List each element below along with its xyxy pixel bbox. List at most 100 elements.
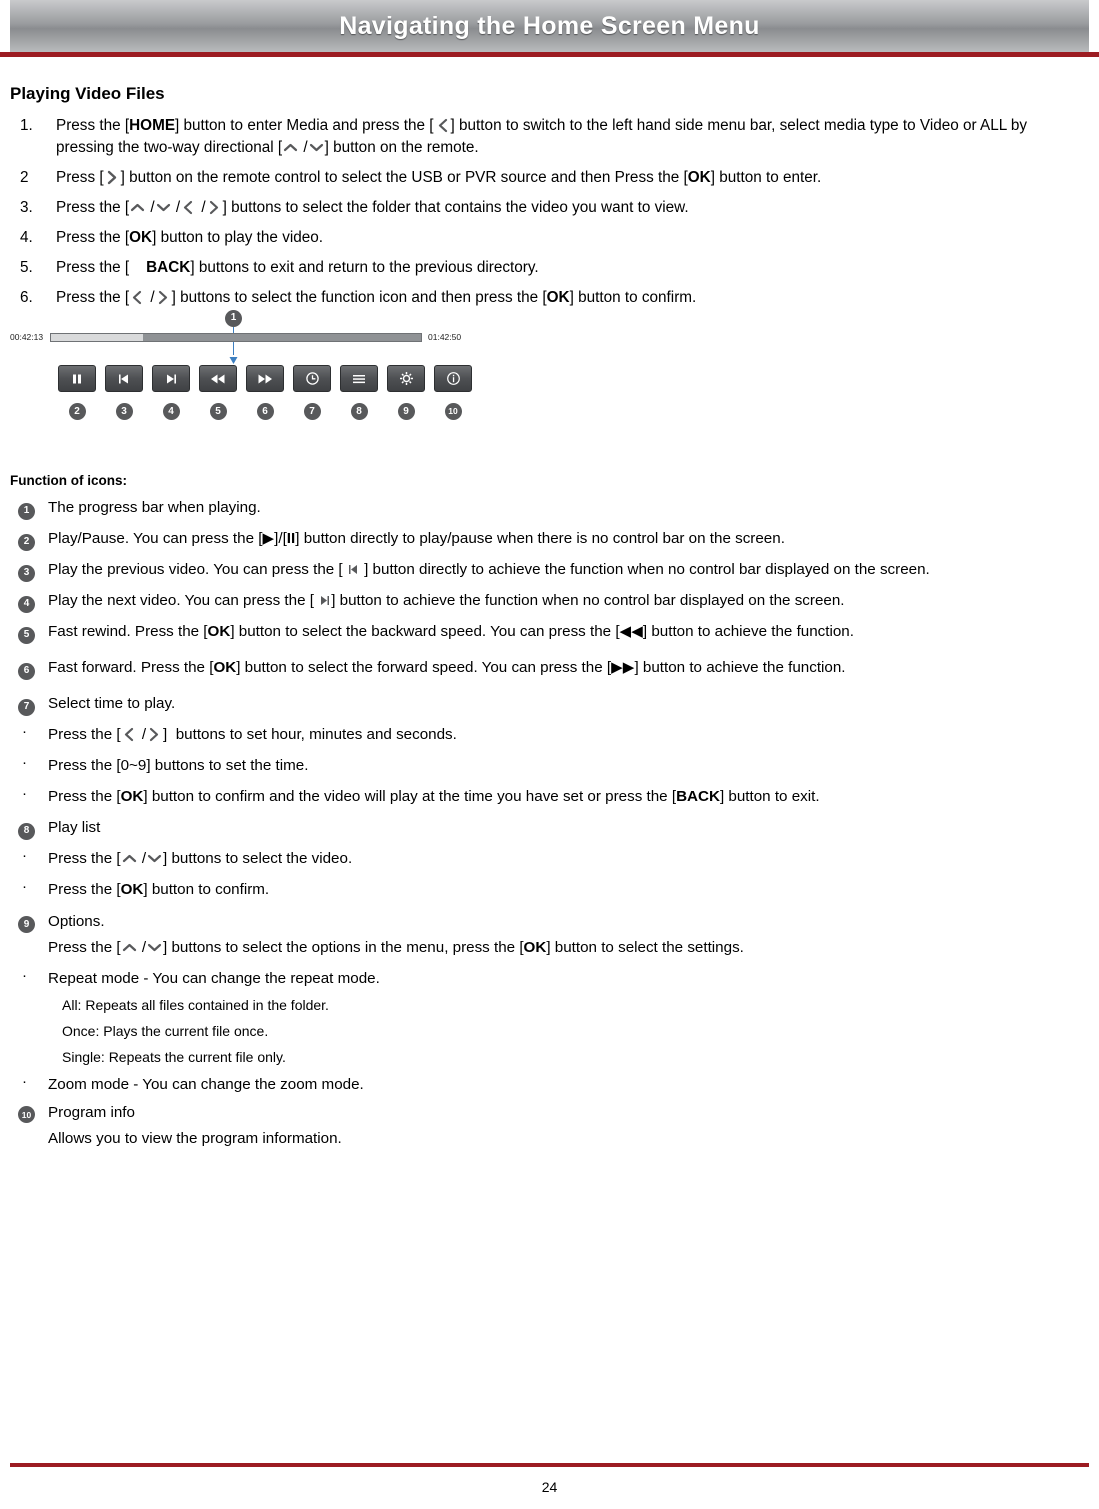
rewind-button[interactable] xyxy=(199,365,237,393)
step-6: 6. Press the [ /] buttons to select the … xyxy=(10,287,1089,309)
item-2-badge: 2 xyxy=(18,529,35,551)
progress-bar-fill xyxy=(51,334,143,342)
item-9: 9 Options. xyxy=(10,911,1089,934)
callout-5-badge: 5 xyxy=(209,403,227,421)
step-4-number: 4. xyxy=(20,229,33,247)
item-8: 8 Play list xyxy=(10,817,1089,840)
item-6-text: Fast forward. Press the [OK] button to s… xyxy=(48,659,846,677)
key-ok-i6: OK xyxy=(213,659,237,677)
forward-button[interactable] xyxy=(246,365,284,393)
item-2-text: Play/Pause. You can press the [▶]/[II] b… xyxy=(48,530,785,548)
callout-10-badge: 10 xyxy=(444,403,462,421)
left-arrow-icon xyxy=(180,200,197,215)
callout-cell: 2 xyxy=(58,403,96,421)
item-4: 4 Play the next video. You can press the… xyxy=(10,590,1089,613)
next-button[interactable] xyxy=(152,365,190,393)
header-right-cap xyxy=(1089,0,1099,52)
down-arrow-icon xyxy=(146,940,163,955)
bullet-dot: · xyxy=(22,723,27,741)
item-3: 3 Play the previous video. You can press… xyxy=(10,559,1089,582)
callout-cell: 8 xyxy=(340,403,378,421)
step-6-number: 6. xyxy=(20,289,33,307)
step-5-text: Press the [ BACK] buttons to exit and re… xyxy=(56,259,539,277)
bullet-9-repeat: · Repeat mode - You can change the repea… xyxy=(10,967,1089,990)
item-6: 6 Fast forward. Press the [OK] button to… xyxy=(10,657,1089,680)
bullet-7-3: · Press the [OK] button to confirm and t… xyxy=(10,785,1089,808)
player-callouts: 2 3 4 5 6 7 8 9 10 xyxy=(58,403,472,421)
bullet-9-all: All: Repeats all files contained in the … xyxy=(62,996,329,1013)
playlist-button[interactable] xyxy=(340,365,378,393)
callout-cell: 5 xyxy=(199,403,237,421)
item-7: 7 Select time to play. xyxy=(10,693,1089,716)
left-arrow-icon xyxy=(129,290,146,305)
bullet-9-line: Press the [ /] buttons to select the opt… xyxy=(48,938,744,956)
item-10: 10 Program info xyxy=(10,1102,1089,1124)
bullet-7-2: · Press the [0~9] buttons to set the tim… xyxy=(10,754,1089,777)
item-5: 5 Fast rewind. Press the [OK] button to … xyxy=(10,621,1089,644)
step-1-text: Press the [HOME] button to enter Media a… xyxy=(56,117,1028,157)
callout-cell: 9 xyxy=(387,403,425,421)
item-1: 1 The progress bar when playing. xyxy=(10,497,1089,520)
item-7-text: Select time to play. xyxy=(48,695,176,713)
previous-button[interactable] xyxy=(105,365,143,393)
item-9-text: Options. xyxy=(48,912,105,930)
item-9-badge: 9 xyxy=(18,912,35,934)
bullet-dot: · xyxy=(22,878,27,896)
callout-4-badge: 4 xyxy=(162,403,180,421)
functions-title: Function of icons: xyxy=(10,473,127,489)
item-4-badge: 4 xyxy=(18,591,35,613)
program-info-button[interactable] xyxy=(434,365,472,393)
item-6-badge: 6 xyxy=(18,658,35,680)
progress-bar[interactable] xyxy=(50,333,422,343)
bullet-dot: · xyxy=(22,785,27,803)
footer-divider xyxy=(10,1463,1089,1467)
elapsed-time: 00:42:13 xyxy=(10,332,44,343)
header-divider xyxy=(0,52,1099,57)
bullet-7-1: · Press the [ /] buttons to set hour, mi… xyxy=(10,723,1089,746)
up-arrow-icon xyxy=(121,851,138,866)
page-header: Navigating the Home Screen Menu xyxy=(0,0,1099,52)
bullet-7-1-text: Press the [ /] buttons to set hour, minu… xyxy=(48,726,457,744)
bullet-9-repeat-text: Repeat mode - You can change the repeat … xyxy=(48,969,380,987)
bullet-8-1-text: Press the [ /] buttons to select the vid… xyxy=(48,850,353,868)
callout-cell: 4 xyxy=(152,403,190,421)
bullet-8-1: · Press the [ /] buttons to select the v… xyxy=(10,847,1089,870)
up-arrow-icon xyxy=(282,140,299,155)
page-number: 24 xyxy=(541,1479,558,1495)
step-4: 4. Press the [OK] button to play the vid… xyxy=(10,227,1089,249)
bullet-dot: · xyxy=(22,847,27,865)
down-arrow-icon xyxy=(155,200,172,215)
left-arrow-icon xyxy=(434,118,451,133)
bullet-9-zoom-text: Zoom mode - You can change the zoom mode… xyxy=(48,1075,364,1093)
callout-cell: 10 xyxy=(434,403,472,421)
bullet-8-2-text: Press the [OK] button to confirm. xyxy=(48,881,270,899)
step-5-number: 5. xyxy=(20,259,33,277)
callout-cell: 7 xyxy=(293,403,331,421)
bullet-7-3-text: Press the [OK] button to confirm and the… xyxy=(48,788,820,806)
right-arrow-icon xyxy=(206,200,223,215)
step-4-text: Press the [OK] button to play the video. xyxy=(56,229,324,247)
pause-button[interactable] xyxy=(58,365,96,393)
options-button[interactable] xyxy=(387,365,425,393)
bullet-9-zoom: · Zoom mode - You can change the zoom mo… xyxy=(10,1073,1089,1096)
time-select-button[interactable] xyxy=(293,365,331,393)
step-6-text: Press the [ /] buttons to select the fun… xyxy=(56,289,697,307)
left-arrow-icon xyxy=(121,727,138,742)
steps-list: 1. Press the [HOME] button to enter Medi… xyxy=(10,115,1089,309)
icon-function-list-3: 9 Options. xyxy=(10,911,1089,934)
callout-cell: 3 xyxy=(105,403,143,421)
item-7-badge: 7 xyxy=(18,694,35,716)
bullet-10-line: Allows you to view the program informati… xyxy=(48,1129,342,1147)
item-3-badge: 3 xyxy=(18,560,35,582)
step-3-number: 3. xyxy=(20,199,33,217)
key-ok-b73: OK xyxy=(120,788,144,806)
key-ok-4: OK xyxy=(129,229,153,247)
step-5: 5. Press the [ BACK] buttons to exit and… xyxy=(10,257,1089,279)
item-4-text: Play the next video. You can press the [… xyxy=(48,592,845,610)
step-1-number: 1. xyxy=(20,117,33,134)
icon-function-list: 1 The progress bar when playing. 2 Play/… xyxy=(10,497,1089,716)
callout-9-badge: 9 xyxy=(397,403,415,421)
page-content: Playing Video Files 1. Press the [HOME] … xyxy=(0,84,1099,1150)
callout-cell: 6 xyxy=(246,403,284,421)
page-title: Navigating the Home Screen Menu xyxy=(339,11,760,40)
